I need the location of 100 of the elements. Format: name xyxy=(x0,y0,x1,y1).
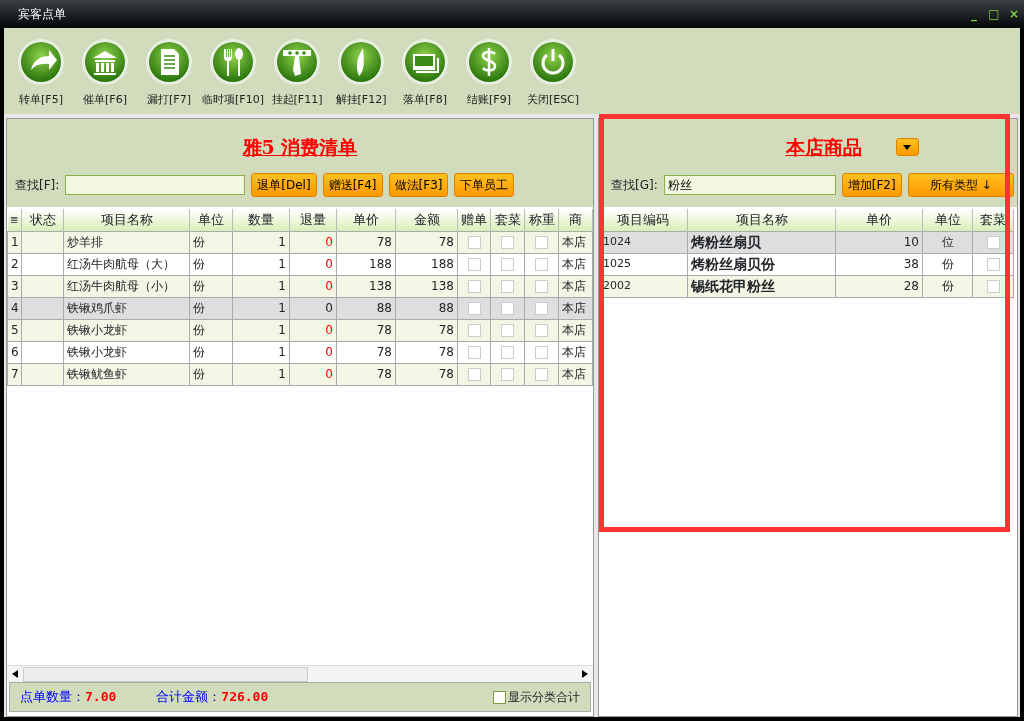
checkbox[interactable] xyxy=(535,258,548,271)
column-header[interactable]: 退量 xyxy=(289,209,337,231)
scroll-left-icon[interactable] xyxy=(12,670,18,678)
table-row[interactable]: 6 铁锹小龙虾 份 1 0 78 78 本店 xyxy=(7,341,593,363)
column-header[interactable]: ≣ xyxy=(7,209,22,231)
table-row[interactable]: 3 红汤牛肉航母（小） 份 1 0 138 138 本店 xyxy=(7,275,593,297)
column-header[interactable]: 项目名称 xyxy=(687,209,836,231)
checkbox-label: 显示分类合计 xyxy=(508,689,580,706)
search-label: 查找[G]: xyxy=(611,177,658,194)
total-label: 合计金额： xyxy=(156,688,222,707)
table-cell: 78 xyxy=(395,231,458,253)
table-cell xyxy=(21,231,64,253)
checkbox[interactable] xyxy=(467,280,481,293)
checkbox[interactable] xyxy=(986,280,1000,293)
toolbar-button[interactable]: 落单[F8] xyxy=(394,38,456,114)
toolbar-button[interactable]: 解挂[F12] xyxy=(330,38,392,114)
catalog-title: 本店商品 xyxy=(785,135,862,160)
checkbox[interactable] xyxy=(986,258,1000,271)
column-header[interactable]: 商 xyxy=(558,209,593,231)
checkbox[interactable] xyxy=(535,368,548,381)
action-button[interactable]: 所有类型 ↓ xyxy=(907,173,1014,197)
toolbar-button[interactable]: 挂起[F11] xyxy=(266,38,328,114)
column-header[interactable]: 单位 xyxy=(922,209,973,231)
checkbox[interactable] xyxy=(535,324,548,337)
checkbox[interactable] xyxy=(535,236,548,249)
maximize-button[interactable]: □ xyxy=(984,8,1004,20)
column-header[interactable]: 套菜 xyxy=(490,209,525,231)
column-header[interactable]: 单价 xyxy=(835,209,923,231)
toolbar-button[interactable]: 结账[F9] xyxy=(458,38,520,114)
action-button[interactable]: 下单员工 xyxy=(454,173,515,197)
checkbox[interactable] xyxy=(501,280,514,293)
action-button[interactable]: 赠送[F4] xyxy=(322,173,383,197)
checkbox[interactable] xyxy=(467,368,481,381)
column-header[interactable]: 状态 xyxy=(21,209,64,231)
table-row[interactable]: 5 铁锹小龙虾 份 1 0 78 78 本店 xyxy=(7,319,593,341)
count-value: 7.00 xyxy=(85,688,117,707)
search-label: 查找[F]: xyxy=(15,177,60,194)
picture-icon xyxy=(401,38,449,86)
checkbox[interactable] xyxy=(501,368,514,381)
column-header[interactable]: 单价 xyxy=(336,209,396,231)
table-cell: 1 xyxy=(7,231,22,253)
toolbar-button[interactable]: 漏打[F7] xyxy=(138,38,200,114)
checkbox[interactable] xyxy=(467,258,481,271)
checkbox[interactable] xyxy=(493,690,506,704)
checkbox[interactable] xyxy=(467,302,481,315)
toolbar-button[interactable]: 转单[F5] xyxy=(10,38,72,114)
scrollbar-thumb[interactable] xyxy=(23,666,308,682)
checkbox[interactable] xyxy=(501,236,514,249)
table-row[interactable]: 1025 烤粉丝扇贝份 38 份 xyxy=(599,253,1014,275)
toolbar-button[interactable]: 催单[F6] xyxy=(74,38,136,114)
checkbox[interactable] xyxy=(535,346,548,359)
table-cell: 6 xyxy=(7,341,22,363)
checkbox[interactable] xyxy=(467,324,481,337)
action-button[interactable]: 增加[F2] xyxy=(841,173,902,197)
search-field[interactable]: 粉丝 xyxy=(663,175,836,195)
table-row[interactable]: 1 炒羊排 份 1 0 78 78 本店 xyxy=(7,231,593,253)
column-header[interactable]: 赠单 xyxy=(457,209,491,231)
search-field[interactable] xyxy=(65,175,246,195)
table-cell: 7 xyxy=(7,363,22,385)
table-cell: 份 xyxy=(189,231,233,253)
table-row[interactable]: 7 铁锹鱿鱼虾 份 1 0 78 78 本店 xyxy=(7,363,593,385)
checkbox[interactable] xyxy=(501,302,514,315)
action-button[interactable]: 退单[Del] xyxy=(251,173,317,197)
checkbox[interactable] xyxy=(467,346,481,359)
table-cell: 烤粉丝扇贝份 xyxy=(687,253,836,275)
table-cell: 2 xyxy=(7,253,22,275)
column-header[interactable]: 数量 xyxy=(232,209,290,231)
table-cell: 本店 xyxy=(558,231,593,253)
column-header[interactable]: 称重 xyxy=(524,209,559,231)
checkbox[interactable] xyxy=(501,258,514,271)
hanger-icon xyxy=(273,38,321,86)
action-button[interactable]: 做法[F3] xyxy=(388,173,449,197)
leaf-icon xyxy=(337,38,385,86)
building-icon xyxy=(81,38,129,86)
table-row[interactable]: 1024 烤粉丝扇贝 10 位 xyxy=(599,231,1014,253)
column-header[interactable]: 项目名称 xyxy=(63,209,190,231)
close-button[interactable]: × xyxy=(1004,8,1024,20)
checkbox[interactable] xyxy=(467,236,481,249)
toolbar-button[interactable]: 关闭[ESC] xyxy=(522,38,584,114)
document-icon xyxy=(145,38,193,86)
column-header[interactable]: 金额 xyxy=(395,209,458,231)
toolbar-button[interactable]: 临时项[F10] xyxy=(202,38,264,114)
dropdown-button[interactable] xyxy=(895,138,919,157)
scroll-right-icon[interactable] xyxy=(582,670,588,678)
checkbox[interactable] xyxy=(535,302,548,315)
table-row[interactable]: 4 铁锹鸡爪虾 份 1 0 88 88 本店 xyxy=(7,297,593,319)
checkbox[interactable] xyxy=(501,346,514,359)
caret-icon xyxy=(903,144,911,150)
minimize-button[interactable]: _ xyxy=(964,8,984,20)
count-label: 点单数量： xyxy=(20,688,85,707)
table-row[interactable]: 2002 锡纸花甲粉丝 28 份 xyxy=(599,275,1014,297)
list-title: 雅5 消费清单 xyxy=(242,135,358,160)
checkbox[interactable] xyxy=(501,324,514,337)
total-value: 726.00 xyxy=(221,688,269,707)
table-cell: 烤粉丝扇贝 xyxy=(687,231,836,253)
table-cell: 10 xyxy=(835,231,923,253)
table-row[interactable]: 2 红汤牛肉航母（大） 份 1 0 188 188 本店 xyxy=(7,253,593,275)
column-header[interactable]: 单位 xyxy=(189,209,233,231)
checkbox[interactable] xyxy=(535,280,548,293)
checkbox[interactable] xyxy=(986,236,1000,249)
